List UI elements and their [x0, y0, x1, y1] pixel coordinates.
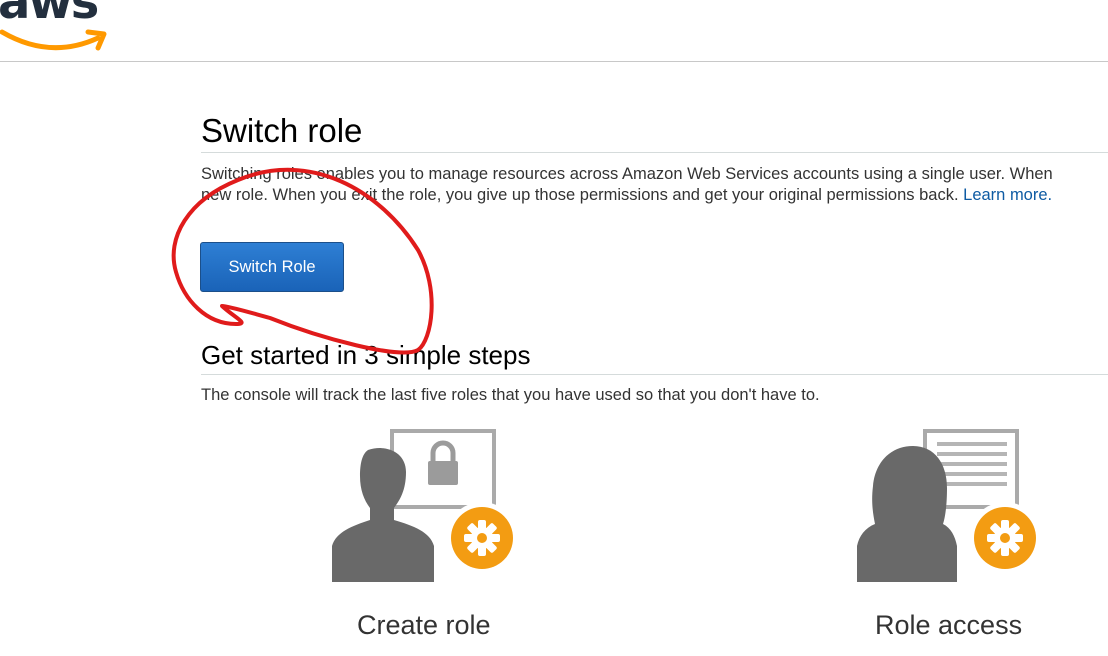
learn-more-link[interactable]: Learn more. [963, 186, 1052, 204]
description-line-2: new role. When you exit the role, you gi… [201, 185, 1108, 206]
aws-logo[interactable]: aws [0, 0, 110, 62]
description-line-2-text: new role. When you exit the role, you gi… [201, 186, 959, 204]
get-started-subtitle: The console will track the last five rol… [201, 386, 820, 404]
switch-role-page: aws Switch role Switching roles enables … [0, 0, 1108, 656]
switch-role-button[interactable]: Switch Role [200, 242, 344, 292]
create-role-icon [332, 429, 518, 582]
switch-role-description: Switching roles enables you to manage re… [201, 164, 1108, 206]
console-header: aws [0, 0, 1108, 62]
step-role-access-label: Role access [875, 610, 1023, 640]
section-divider [201, 374, 1108, 375]
page-title: Switch role [201, 112, 363, 149]
step-create-role-label: Create role [357, 610, 491, 640]
description-line-1: Switching roles enables you to manage re… [201, 165, 1053, 183]
role-access-icon [857, 429, 1041, 582]
get-started-title: Get started in 3 simple steps [201, 340, 531, 370]
aws-smile-icon [0, 29, 107, 51]
title-divider [201, 152, 1108, 153]
